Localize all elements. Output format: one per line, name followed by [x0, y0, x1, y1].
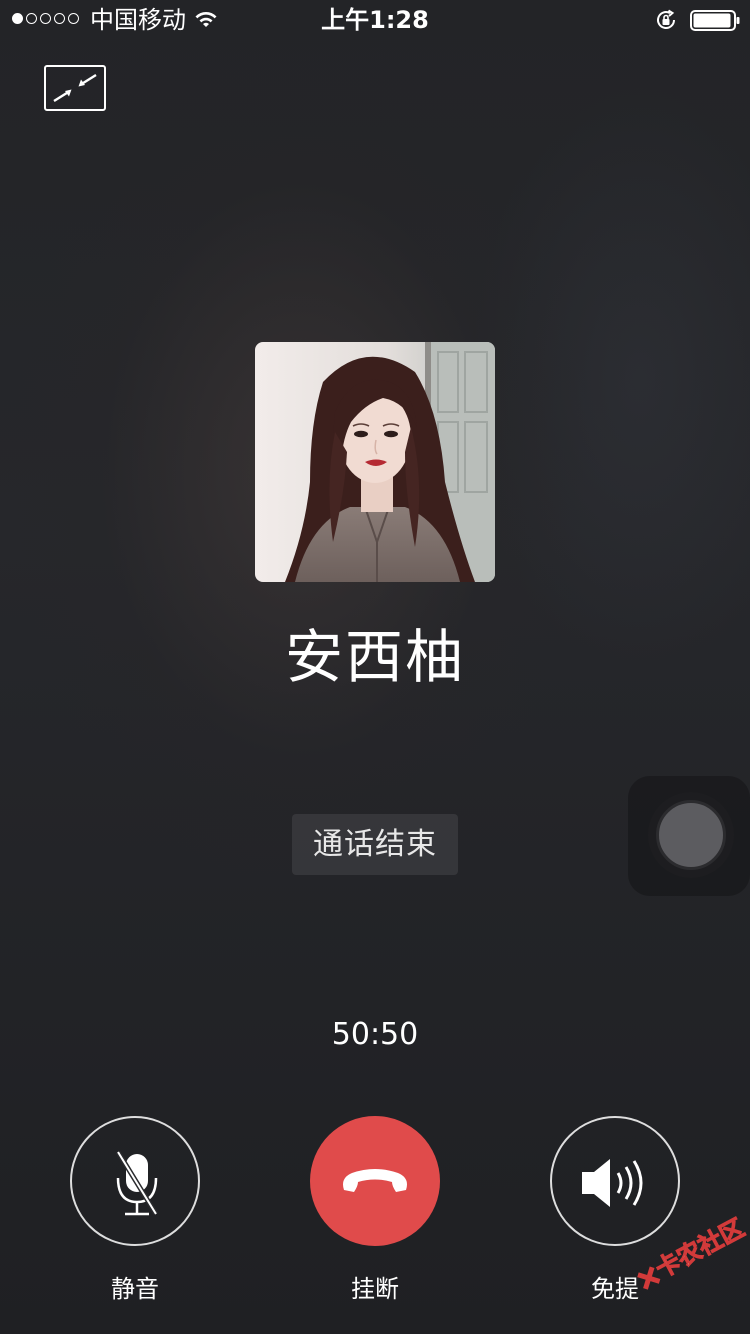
contact-name: 安西柚: [284, 623, 465, 691]
hangup-label: 挂断: [351, 1275, 399, 1303]
minimize-button[interactable]: [44, 65, 106, 111]
hangup-button[interactable]: [310, 1116, 440, 1246]
assistive-touch-knob: [656, 800, 726, 870]
status-bar: 中国移动 上午1:28: [0, 0, 750, 40]
rotation-lock-icon: [657, 9, 676, 29]
minimize-arrows-icon: [53, 73, 97, 103]
battery-icon: [690, 10, 740, 31]
contact-avatar: [255, 342, 495, 582]
assistive-touch-button[interactable]: [628, 776, 750, 896]
watermark-text: 卡农社区: [650, 1213, 749, 1284]
mute-button[interactable]: [70, 1116, 200, 1246]
hangup-control: 挂断: [310, 1116, 440, 1304]
phone-hangup-icon: [343, 1169, 407, 1192]
status-time: 上午1:28: [321, 6, 429, 34]
mute-label: 静音: [111, 1275, 159, 1303]
call-duration: 50:50: [331, 1017, 419, 1052]
call-status-badge: 通话结束: [292, 814, 458, 875]
mute-control: 静音: [70, 1116, 200, 1304]
voice-call-screen: 中国移动 上午1:28 安西柚 通话结束 50:50 静音 挂断 免提 卡农社区: [0, 0, 750, 1334]
microphone-off-icon: [115, 1150, 159, 1216]
